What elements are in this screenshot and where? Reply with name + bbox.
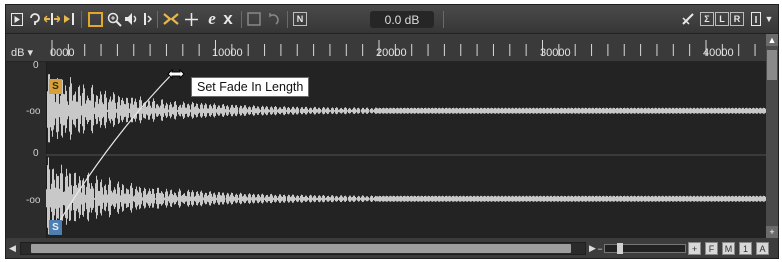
amp-label-ch2-top: 0 — [33, 148, 39, 159]
zoom-medium-button[interactable]: M — [722, 242, 735, 255]
zoom-slider-thumb[interactable] — [617, 243, 623, 254]
play-icon[interactable] — [10, 10, 24, 28]
toolbar-separator — [81, 11, 82, 28]
left-channel-button[interactable]: L — [715, 10, 729, 28]
editor-frame: e x N 0.0 dB Σ L R ▼ dB ▾ 0000 10000 200… — [5, 4, 779, 259]
right-channel-button[interactable]: R — [730, 10, 744, 28]
normalize-label: N — [293, 12, 307, 26]
wave-editor-window: e x N 0.0 dB Σ L R ▼ dB ▾ 0000 10000 200… — [0, 0, 782, 262]
info-icon[interactable] — [750, 10, 762, 28]
zoom-full-button[interactable]: F — [705, 242, 718, 255]
speaker-icon[interactable] — [124, 10, 140, 28]
delete-x-icon[interactable]: x — [221, 9, 235, 28]
left-channel-label: L — [715, 12, 729, 26]
fade-in-start-marker-top[interactable]: S — [49, 79, 62, 94]
toolbar-separator — [241, 11, 242, 28]
range-select-icon[interactable] — [87, 10, 103, 28]
fade-in-start-marker-bottom[interactable]: S — [49, 220, 62, 235]
zoom-out-icon[interactable]: − — [596, 242, 604, 255]
waveform-channel-2 — [46, 157, 766, 235]
crossfade-icon[interactable] — [162, 10, 180, 28]
toolbar-separator — [443, 11, 444, 28]
amplitude-gutter: 0 -oo 0 -oo — [6, 60, 47, 238]
undo-icon[interactable] — [265, 10, 281, 28]
toolbar-separator — [157, 11, 158, 28]
vertical-scrollbar[interactable]: ▲ + — [766, 34, 778, 238]
scroll-left-button[interactable]: ◀ — [6, 242, 19, 255]
snap-icon[interactable] — [246, 10, 262, 28]
amp-label-ch1-mid: -oo — [26, 106, 41, 117]
scrub-icon[interactable] — [141, 10, 153, 28]
ruler-tick-label: 10000 — [212, 47, 243, 59]
right-channel-label: R — [730, 12, 744, 26]
waveform-channel-1 — [47, 74, 766, 143]
options-dropdown-icon[interactable]: ▼ — [764, 10, 774, 28]
amp-label-ch1-top: 0 — [33, 60, 39, 71]
zoom-slider[interactable] — [604, 243, 686, 254]
horizontal-scroll-thumb[interactable] — [31, 244, 571, 253]
normalize-button[interactable]: N — [292, 10, 308, 28]
draw-cross-icon[interactable] — [183, 10, 199, 28]
vertical-scroll-thumb[interactable] — [767, 50, 777, 80]
move-icon[interactable] — [44, 10, 60, 28]
amp-label-ch2-mid: -oo — [26, 195, 41, 206]
vertical-zoom-plus-button[interactable]: + — [766, 226, 778, 238]
gain-display[interactable]: 0.0 dB — [370, 11, 434, 28]
sum-button[interactable]: Σ — [700, 10, 714, 28]
ruler-tick-label: 0000 — [50, 47, 75, 59]
edit-e-icon[interactable]: e — [205, 9, 219, 28]
toolbar-separator — [287, 11, 288, 28]
ruler-tick-label: 30000 — [540, 47, 571, 59]
scroll-up-button[interactable]: ▲ — [766, 34, 778, 46]
ruler-tick-label: 20000 — [376, 47, 407, 59]
zoom-icon[interactable] — [106, 10, 122, 28]
waveform-display[interactable] — [46, 62, 766, 238]
horizontal-scrollbar[interactable] — [20, 242, 586, 255]
bottom-bar: ◀ ▶ − + F M 1 A — [6, 241, 778, 258]
tooltip: Set Fade In Length — [191, 77, 310, 97]
jump-icon[interactable] — [63, 10, 77, 28]
resize-cursor-icon — [167, 66, 185, 87]
time-ruler[interactable]: dB ▾ 0000 10000 20000 30000 40000 — [6, 34, 778, 62]
ruler-tick-label: 40000 — [703, 47, 734, 59]
meter-icon[interactable] — [681, 10, 697, 28]
waveform-area[interactable]: 0 -oo 0 -oo S S — [6, 60, 778, 238]
zoom-in-button[interactable]: + — [688, 242, 701, 255]
zoom-auto-button[interactable]: A — [756, 242, 769, 255]
sum-label: Σ — [700, 12, 714, 26]
loop-icon[interactable] — [27, 10, 41, 28]
toolbar: e x N 0.0 dB Σ L R ▼ — [6, 5, 778, 34]
zoom-one-to-one-button[interactable]: 1 — [739, 242, 752, 255]
